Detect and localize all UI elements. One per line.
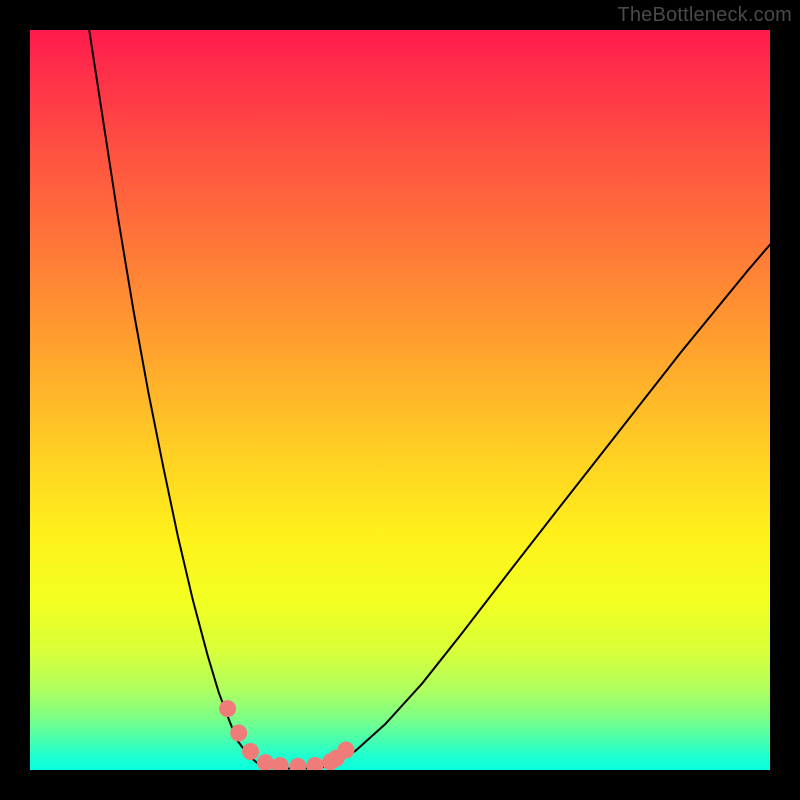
marker-point [306, 757, 323, 770]
marker-point [257, 754, 274, 770]
plot-area [30, 30, 770, 770]
marker-point [272, 757, 289, 770]
markers-group [219, 700, 354, 770]
marker-point [242, 743, 259, 760]
curve-left-branch [89, 30, 259, 765]
marker-point [219, 700, 236, 717]
chart-frame: TheBottleneck.com [0, 0, 800, 800]
marker-point [337, 742, 354, 759]
marker-point [289, 758, 306, 770]
marker-point [230, 725, 247, 742]
curve-right-branch [333, 245, 770, 765]
watermark-text: TheBottleneck.com [617, 4, 792, 27]
chart-svg [30, 30, 770, 770]
